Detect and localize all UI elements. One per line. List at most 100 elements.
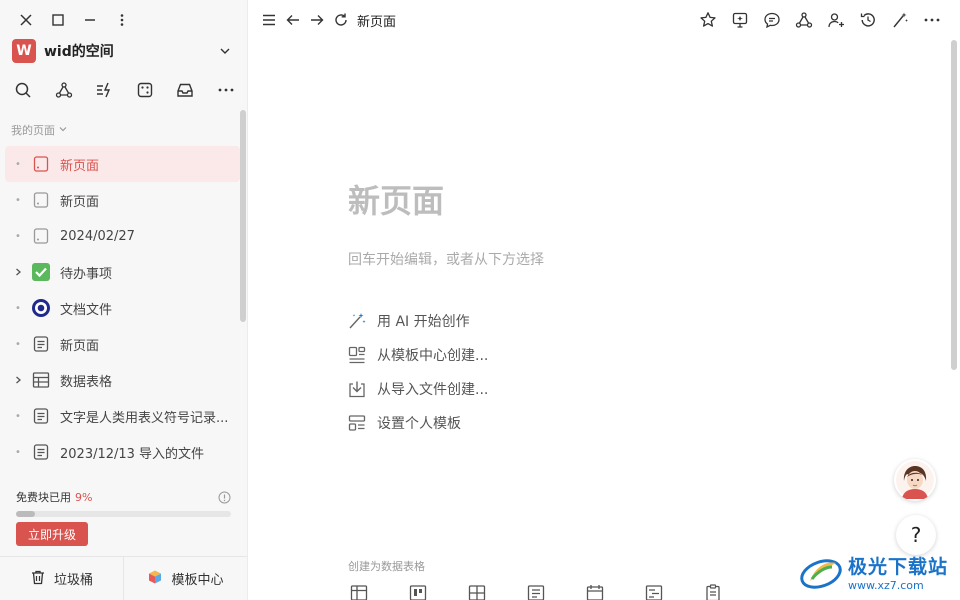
quota-progress-bar — [16, 511, 231, 517]
table-icon — [31, 370, 51, 390]
gallery-view-icon[interactable] — [468, 584, 527, 600]
more-horizontal-icon[interactable] — [916, 8, 948, 32]
template-center-button[interactable]: 模板中心 — [123, 557, 247, 600]
history-icon[interactable] — [852, 8, 884, 32]
assistant-avatar-icon — [896, 461, 934, 499]
timeline-view-icon[interactable] — [645, 584, 704, 600]
editor-placeholder[interactable]: 回车开始编辑，或者从下方选择 — [348, 249, 544, 269]
sidebar-page-label: 2024/02/27 — [60, 228, 135, 244]
sidebar-page-item[interactable]: • 文档文件 — [5, 290, 240, 326]
bullet-dot-icon: • — [15, 158, 21, 170]
my-pages-header[interactable]: 我的页面 — [11, 122, 68, 138]
template-icon — [346, 344, 368, 366]
doc-icon — [31, 442, 51, 462]
sidebar-page-label: 待办事项 — [60, 266, 113, 282]
sidebar-page-label: 数据表格 — [60, 374, 113, 390]
space-switcher[interactable]: W wid的空间 — [12, 38, 235, 64]
window-controls — [10, 8, 138, 32]
upgrade-button[interactable]: 立即升级 — [16, 522, 88, 546]
info-icon[interactable] — [217, 490, 231, 504]
quota-percent: 9% — [75, 490, 93, 504]
breadcrumb[interactable]: 新页面 — [357, 11, 396, 30]
question-icon: ? — [910, 523, 922, 547]
main-scrollbar[interactable] — [951, 40, 957, 370]
quick-actions-icon[interactable] — [89, 78, 119, 102]
doc-icon — [31, 406, 51, 426]
sidebar-page-item[interactable]: • 新页面 — [5, 326, 240, 362]
page-icon — [31, 226, 51, 246]
close-icon[interactable] — [10, 8, 42, 32]
menu-icon[interactable] — [257, 8, 281, 32]
page-icon — [31, 190, 51, 210]
trash-label: 垃圾桶 — [53, 573, 93, 588]
personal-template-option[interactable]: 设置个人模板 — [346, 406, 488, 440]
comment-icon[interactable] — [756, 8, 788, 32]
top-bar: 新页面 — [249, 0, 960, 40]
calendar-view-icon[interactable] — [586, 584, 645, 600]
sidebar-page-label: 文档文件 — [60, 302, 113, 318]
sidebar-scrollbar[interactable] — [240, 110, 246, 322]
dice-icon[interactable] — [130, 78, 160, 102]
table-view-icon[interactable] — [350, 584, 409, 600]
chevron-right-icon[interactable] — [13, 267, 23, 277]
page-title[interactable]: 新页面 — [348, 176, 444, 222]
list-view-icon[interactable] — [527, 584, 586, 600]
sidebar-page-label: 2023/12/13 导入的文件 — [60, 446, 205, 462]
assistant-avatar[interactable] — [894, 459, 936, 501]
graph-icon[interactable] — [49, 78, 79, 102]
add-user-icon[interactable] — [820, 8, 852, 32]
more-horizontal-icon[interactable] — [211, 78, 241, 102]
ai-create-option[interactable]: 用 AI 开始创作 — [346, 304, 488, 338]
bullet-dot-icon: • — [15, 194, 21, 206]
sidebar-page-item[interactable]: • 新页面 — [5, 182, 240, 218]
sidebar-page-item[interactable]: • 文字是人类用表义符号记录... — [5, 398, 240, 434]
minimize-icon[interactable] — [74, 8, 106, 32]
sidebar-page-item[interactable]: 待办事项 — [5, 254, 240, 290]
sidebar-toolbar — [8, 78, 243, 102]
database-types — [350, 584, 763, 600]
action-label: 从导入文件创建... — [377, 382, 489, 398]
graph-icon[interactable] — [788, 8, 820, 32]
arrow-left-icon[interactable] — [281, 8, 305, 32]
template-create-option[interactable]: 从模板中心创建... — [346, 338, 488, 372]
search-icon[interactable] — [8, 78, 38, 102]
database-section-label: 创建为数据表格 — [348, 560, 425, 573]
watermark-url: www.xz7.com — [848, 579, 924, 592]
star-icon[interactable] — [692, 8, 724, 32]
template-cube-icon — [147, 569, 163, 589]
watermark-title: 极光下载站 — [848, 556, 949, 578]
sidebar: W wid的空间 我的页面 • 新页面 • 新页面 • 2024/02/27 待办事 — [0, 0, 248, 600]
maximize-icon[interactable] — [42, 8, 74, 32]
quota-progress-fill — [16, 511, 36, 517]
sidebar-page-label: 新页面 — [60, 338, 100, 354]
sidebar-page-item[interactable]: • 新页面 — [5, 146, 240, 182]
checkbox-icon — [31, 262, 51, 282]
chevron-down-icon — [58, 124, 68, 137]
inbox-icon[interactable] — [170, 78, 200, 102]
sidebar-page-label: 新页面 — [60, 158, 100, 174]
site-watermark: 极光下载站 www.xz7.com — [798, 546, 956, 598]
kanban-view-icon[interactable] — [409, 584, 468, 600]
more-vertical-icon[interactable] — [106, 8, 138, 32]
import-create-option[interactable]: 从导入文件创建... — [346, 372, 488, 406]
chevron-down-icon[interactable] — [215, 41, 235, 61]
quota-panel: 免费块已用 9% 立即升级 — [0, 480, 247, 556]
arrow-right-icon[interactable] — [305, 8, 329, 32]
page-list: • 新页面 • 新页面 • 2024/02/27 待办事项 • 文档文件 • 新页面 数据表格 • 文字是… — [5, 146, 240, 470]
form-view-icon[interactable] — [704, 584, 763, 600]
bullet-dot-icon: • — [15, 230, 21, 242]
sidebar-page-item[interactable]: • 2024/02/27 — [5, 218, 240, 254]
refresh-icon[interactable] — [329, 8, 353, 32]
space-name: wid的空间 — [44, 44, 114, 60]
watermark-logo-icon — [800, 559, 842, 589]
trash-button[interactable]: 垃圾桶 — [0, 557, 123, 600]
chevron-right-icon[interactable] — [13, 375, 23, 385]
sidebar-page-item[interactable]: 数据表格 — [5, 362, 240, 398]
page-icon — [31, 154, 51, 174]
presentation-icon[interactable] — [724, 8, 756, 32]
ai-wand-icon — [346, 310, 368, 332]
template-center-label: 模板中心 — [171, 573, 224, 588]
sidebar-page-item[interactable]: • 2023/12/13 导入的文件 — [5, 434, 240, 470]
bullet-dot-icon: • — [15, 302, 21, 314]
ai-wand-icon[interactable] — [884, 8, 916, 32]
